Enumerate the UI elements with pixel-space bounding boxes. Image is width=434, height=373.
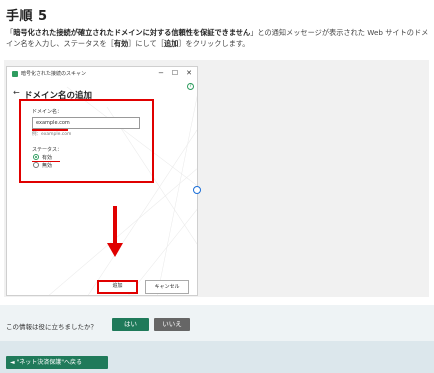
down-arrow-icon <box>107 243 123 257</box>
cancel-button[interactable]: キャンセル <box>145 280 189 294</box>
feedback-question: この情報は役に立ちましたか？ <box>6 323 97 331</box>
help-icon[interactable]: ? <box>187 83 194 90</box>
add-button[interactable]: 追加 <box>97 280 138 294</box>
back-arrow-icon[interactable]: ← <box>13 88 20 97</box>
step-description: 「暗号化された接続が確立されたドメインに対する信頼性を保証できません」との通知メ… <box>6 27 430 49</box>
desc-text-mid: ］にして［ <box>128 39 164 48</box>
highlight-frame <box>19 99 154 183</box>
dialog-window-title: 暗号化された接続のスキャン <box>21 71 87 77</box>
down-arrow-shaft <box>113 206 117 244</box>
add-domain-dialog: 暗号化された接続のスキャン − ☐ ✕ ? ← ドメイン名の追加 ドメイン名： … <box>6 66 198 296</box>
close-icon[interactable]: ✕ <box>183 69 195 78</box>
help-page: 手順 5 「暗号化された接続が確立されたドメインに対する信頼性を保証できません」… <box>0 0 434 373</box>
desc-message-bold: 暗号化された接続が確立されたドメインに対する信頼性を保証できません <box>13 28 251 37</box>
desc-status-bold: 有効 <box>113 39 129 48</box>
step-title: 手順 5 <box>6 9 48 24</box>
desc-text-end: ］をクリックします。 <box>178 39 250 48</box>
minimize-icon[interactable]: − <box>155 69 167 78</box>
app-shield-icon <box>12 71 18 77</box>
feedback-yes-button[interactable]: はい <box>112 318 149 331</box>
resize-handle[interactable] <box>193 186 201 194</box>
maximize-icon[interactable]: ☐ <box>169 69 181 78</box>
back-to-safe-money-button[interactable]: ◄ "ネット決済保護"へ戻る <box>6 356 108 369</box>
desc-add-bold: 追加 <box>163 39 179 48</box>
dialog-titlebar: 暗号化された接続のスキャン − ☐ ✕ <box>7 67 197 81</box>
feedback-no-button[interactable]: いいえ <box>154 318 190 331</box>
